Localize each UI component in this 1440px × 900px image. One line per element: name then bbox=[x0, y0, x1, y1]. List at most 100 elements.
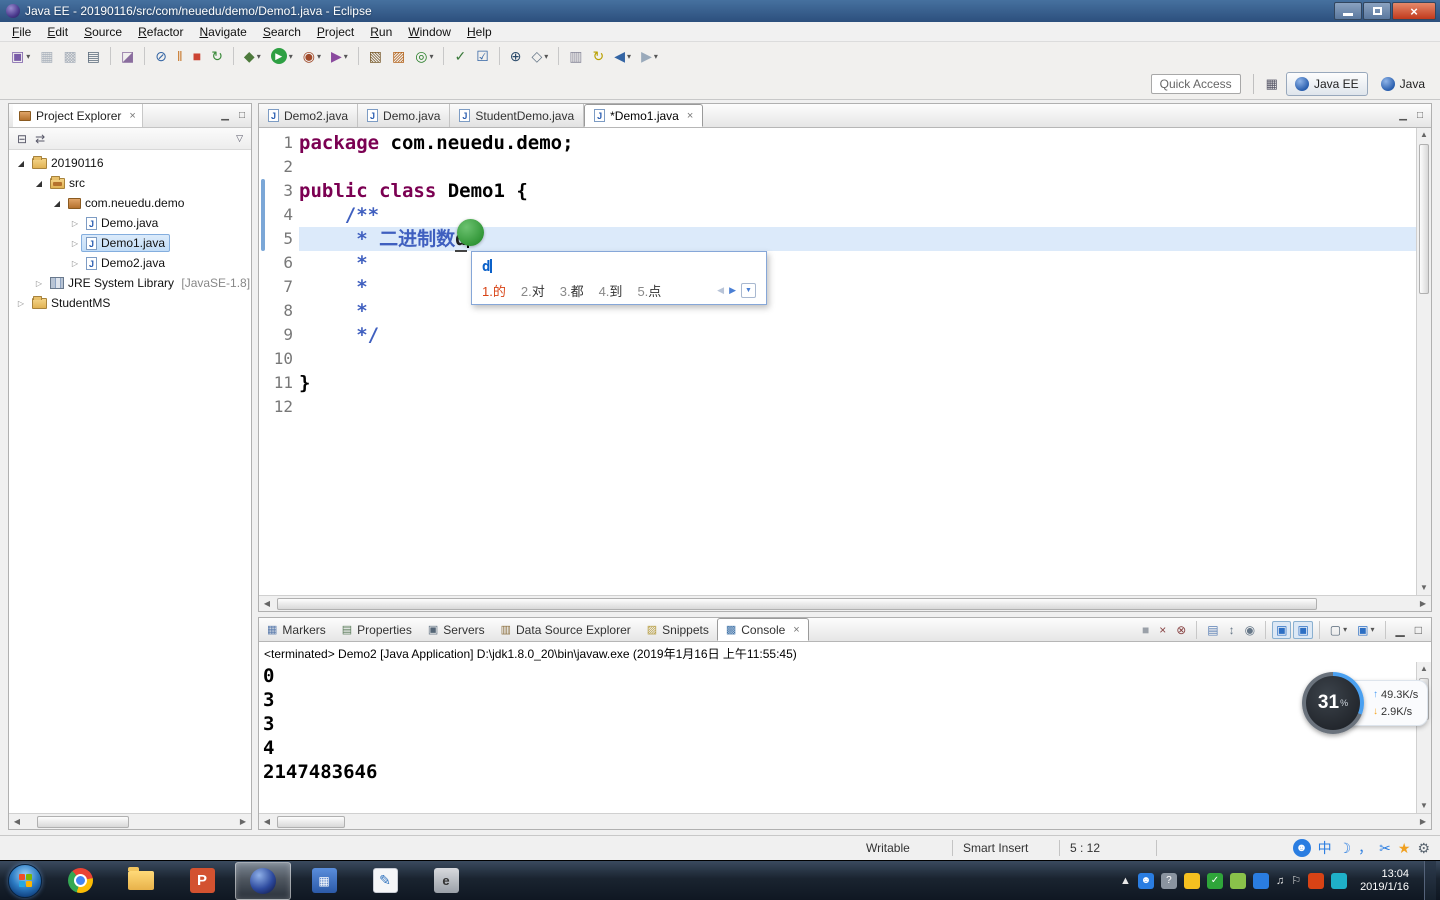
taskbar-button-explorer[interactable] bbox=[113, 862, 169, 900]
taskbar-clock[interactable]: 13:04 2019/1/16 bbox=[1354, 868, 1417, 894]
tree-collapse-arrow-icon[interactable]: ◢ bbox=[15, 159, 27, 168]
scroll-up-icon[interactable]: ▲ bbox=[1417, 128, 1431, 142]
menu-file[interactable]: File bbox=[4, 23, 39, 41]
scroll-right-icon[interactable]: ▶ bbox=[1415, 599, 1431, 608]
link-editor-icon[interactable]: ⇄ bbox=[35, 132, 45, 146]
console-output[interactable]: 0 3 3 4 2147483646 bbox=[259, 662, 1416, 813]
tree-item[interactable]: ▷ StudentMS bbox=[9, 293, 251, 313]
maximize-view-icon[interactable]: □ bbox=[237, 110, 247, 121]
quick-access-input[interactable]: Quick Access bbox=[1150, 74, 1241, 94]
view-menu-icon[interactable]: ▽ bbox=[236, 133, 243, 144]
code-text[interactable]: package com.neuedu.demo; bbox=[299, 131, 1416, 155]
tree-item[interactable]: ◢ src bbox=[9, 173, 251, 193]
menu-source[interactable]: Source bbox=[76, 23, 130, 41]
perspective-java-ee[interactable]: Java EE bbox=[1285, 72, 1368, 96]
open-type-icon[interactable]: ◇ ▾ bbox=[528, 45, 553, 67]
maximize-button[interactable] bbox=[1363, 2, 1391, 20]
scroll-thumb[interactable] bbox=[277, 815, 345, 828]
relaunch-icon[interactable]: ↻ bbox=[207, 45, 227, 67]
panel-tab-data-source-explorer[interactable]: ▥ Data Source Explorer bbox=[493, 618, 639, 641]
close-view-icon[interactable]: × bbox=[129, 110, 135, 122]
minimize-view-icon[interactable]: ▁ bbox=[219, 110, 231, 121]
minimize-button[interactable] bbox=[1334, 2, 1362, 20]
tree-collapse-arrow-icon[interactable]: ◢ bbox=[33, 179, 45, 188]
ime-menu-icon[interactable]: ▼ bbox=[741, 282, 756, 298]
punctuation-icon[interactable]: ， bbox=[1358, 839, 1372, 857]
fullwidth-moon-icon[interactable]: ☽ bbox=[1339, 839, 1352, 857]
code-text[interactable] bbox=[299, 395, 1416, 419]
taskbar-button-eclipse[interactable] bbox=[235, 861, 291, 900]
ime-next-page-icon[interactable]: ▶ bbox=[729, 285, 736, 296]
message-icon[interactable] bbox=[1331, 872, 1348, 889]
task-icon[interactable]: ☑ bbox=[472, 45, 493, 67]
close-button[interactable]: × bbox=[1392, 2, 1436, 20]
debug-icon[interactable]: ◆ ▾ bbox=[240, 45, 265, 67]
taskbar-button-editor[interactable]: e bbox=[418, 862, 474, 900]
panel-tab-snippets[interactable]: ▨ Snippets bbox=[639, 618, 717, 641]
audio-icon[interactable]: ♫ bbox=[1276, 875, 1284, 887]
menu-window[interactable]: Window bbox=[400, 23, 459, 41]
tree-expand-arrow-icon[interactable]: ▷ bbox=[69, 219, 81, 228]
tree-expand-arrow-icon[interactable]: ▷ bbox=[33, 279, 45, 288]
run-external-icon[interactable]: ▶ ▾ bbox=[327, 45, 352, 67]
menu-help[interactable]: Help bbox=[459, 23, 500, 41]
save-all-icon[interactable]: ▩ bbox=[59, 45, 80, 67]
build-icon[interactable]: ◪ bbox=[117, 45, 138, 67]
scroll-thumb[interactable] bbox=[1419, 144, 1429, 294]
medal-icon[interactable]: ★ bbox=[1398, 839, 1411, 857]
last-edit-icon[interactable]: ↻ bbox=[589, 45, 609, 67]
shield-icon[interactable] bbox=[1252, 872, 1269, 889]
open-console-icon[interactable]: ▣ ▾ bbox=[1353, 621, 1378, 639]
panel-tab-console[interactable]: ▩ Console × bbox=[716, 618, 809, 641]
project-explorer-tab[interactable]: Project Explorer × bbox=[13, 104, 143, 127]
back-icon[interactable]: ◀ ▾ bbox=[610, 45, 635, 67]
show-on-stdout-icon[interactable]: ▣ bbox=[1272, 620, 1292, 639]
tree-item[interactable]: ▷ Demo.java bbox=[9, 213, 251, 233]
ime-prev-page-icon[interactable]: ◀ bbox=[717, 285, 724, 296]
print-icon[interactable]: ▤ bbox=[83, 45, 104, 67]
update-icon[interactable] bbox=[1308, 872, 1325, 889]
menu-edit[interactable]: Edit bbox=[39, 23, 76, 41]
scissors-icon[interactable]: ✂ bbox=[1379, 839, 1391, 857]
taskbar-button-powerpoint[interactable]: P bbox=[174, 862, 230, 900]
ime-candidate[interactable]: 3.都 bbox=[560, 284, 584, 299]
taskbar-button-calculator[interactable]: ▦ bbox=[296, 862, 352, 900]
open-perspective-icon[interactable]: ▦ bbox=[1266, 76, 1278, 92]
tree-item[interactable]: ▷ Demo2.java bbox=[9, 253, 251, 273]
menu-run[interactable]: Run bbox=[362, 23, 400, 41]
tray-expand-icon[interactable]: ▲ bbox=[1120, 875, 1131, 887]
editor-tab-demo.java[interactable]: Demo.java bbox=[358, 104, 451, 127]
scroll-left-icon[interactable]: ◀ bbox=[259, 599, 275, 608]
editor-tab-studentdemo.java[interactable]: StudentDemo.java bbox=[450, 104, 585, 127]
scroll-thumb[interactable] bbox=[37, 815, 129, 828]
code-text[interactable]: public class Demo1 { bbox=[299, 179, 1416, 203]
save-icon[interactable]: ▦ bbox=[36, 45, 57, 67]
scroll-left-icon[interactable]: ◀ bbox=[9, 817, 25, 826]
annotation-icon[interactable]: ▥ bbox=[565, 45, 586, 67]
display-console-icon[interactable]: ▢ ▾ bbox=[1326, 621, 1351, 639]
chinese-mode-icon[interactable]: 中 bbox=[1318, 839, 1332, 857]
tree-item[interactable]: ◢ 20190116 bbox=[9, 153, 251, 173]
scroll-lock-icon[interactable]: ↕ bbox=[1225, 621, 1239, 639]
maximize-view-icon[interactable]: □ bbox=[1411, 621, 1426, 639]
collapse-all-icon[interactable]: ⊟ bbox=[17, 132, 27, 146]
scroll-right-icon[interactable]: ▶ bbox=[235, 817, 251, 826]
close-tab-icon[interactable]: × bbox=[793, 624, 799, 636]
ime-candidate[interactable]: 2.对 bbox=[521, 284, 545, 299]
taskbar-button-chrome[interactable] bbox=[52, 862, 108, 900]
new-java-project-icon[interactable]: ▧ bbox=[365, 45, 386, 67]
panel-tab-markers[interactable]: ▦ Markers bbox=[259, 618, 334, 641]
explorer-hscrollbar[interactable]: ◀ ▶ bbox=[9, 813, 251, 829]
remove-launch-icon[interactable]: × bbox=[1155, 621, 1170, 639]
clear-console-icon[interactable]: ▤ bbox=[1203, 621, 1222, 639]
maximize-view-icon[interactable]: □ bbox=[1415, 110, 1425, 121]
ime-candidate[interactable]: 4.到 bbox=[599, 284, 623, 299]
remove-all-launches-icon[interactable]: ⊗ bbox=[1172, 621, 1190, 639]
settings-gear-icon[interactable]: ⚙ bbox=[1417, 839, 1430, 857]
suspend-icon[interactable]: ‖ bbox=[173, 45, 187, 67]
new-wizard-icon[interactable]: ▣ ▾ bbox=[7, 45, 34, 67]
search-icon[interactable]: ⊕ bbox=[506, 45, 526, 67]
new-class-icon[interactable]: ◎ ▾ bbox=[411, 45, 437, 67]
im-user-icon[interactable]: ☻ bbox=[1137, 872, 1154, 889]
tree-collapse-arrow-icon[interactable]: ◢ bbox=[51, 199, 63, 208]
